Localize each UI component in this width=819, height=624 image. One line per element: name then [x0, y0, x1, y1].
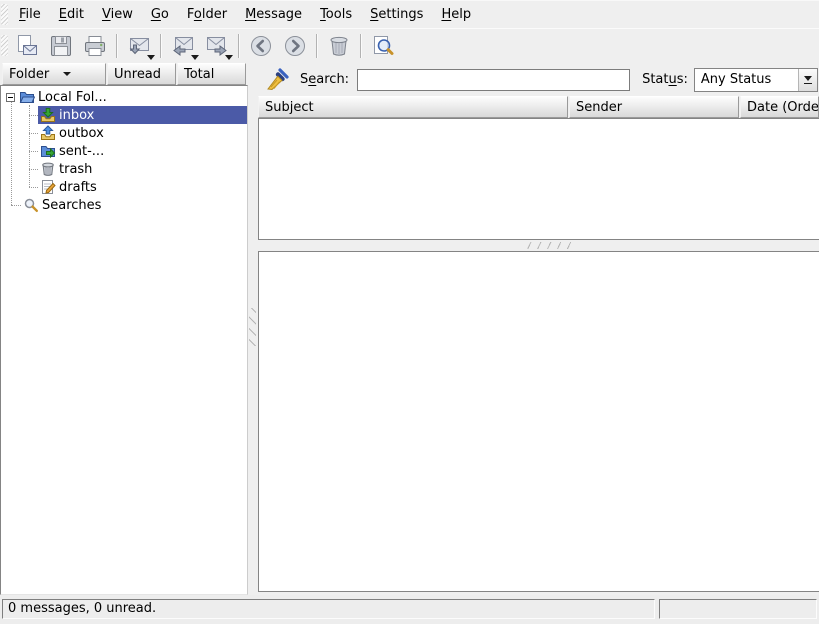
menu-tools[interactable]: Tools [311, 4, 361, 25]
menu-view[interactable]: View [93, 4, 142, 25]
menu-message[interactable]: Message [236, 4, 311, 25]
trash-folder-icon [40, 161, 56, 177]
sender-column-header[interactable]: Sender [569, 96, 739, 118]
folder-item-trash[interactable]: trash [38, 160, 247, 178]
outbox-icon [40, 125, 56, 141]
forward-button[interactable] [201, 31, 233, 61]
folder-column-header[interactable]: Folder [2, 63, 106, 85]
searches-icon [23, 197, 39, 213]
folder-item-local-folders[interactable]: Local Fol... [1, 88, 247, 106]
previous-message-button[interactable] [245, 31, 277, 61]
save-icon [49, 34, 73, 58]
toolbar-separator [360, 34, 362, 58]
folder-open-icon [19, 89, 35, 105]
menu-edit[interactable]: Edit [50, 4, 93, 25]
find-messages-button[interactable] [367, 31, 399, 61]
tree-connector [29, 133, 38, 134]
check-mail-dropdown-caret[interactable] [147, 55, 155, 60]
tree-connector [29, 151, 38, 152]
folder-item-searches[interactable]: Searches [21, 196, 247, 214]
status-label: Status: [642, 72, 688, 87]
print-button[interactable] [79, 31, 111, 61]
message-list-section: Subject Sender Date (Order o [258, 96, 819, 240]
folder-item-inbox[interactable]: inbox [38, 106, 247, 124]
tree-connector [29, 169, 38, 170]
toolbar-separator [160, 34, 162, 58]
menu-settings[interactable]: Settings [361, 4, 432, 25]
next-message-button[interactable] [279, 31, 311, 61]
toolbar-drag-handle[interactable] [1, 35, 8, 56]
date-column-header[interactable]: Date (Order o [740, 96, 819, 118]
toolbar-separator [116, 34, 118, 58]
trash-button[interactable] [323, 31, 355, 61]
reply-button[interactable] [167, 31, 199, 61]
splitter-grip-icon [249, 308, 256, 346]
message-list[interactable] [258, 118, 819, 240]
folder-list-splitter[interactable] [248, 63, 258, 595]
drafts-icon [40, 179, 56, 195]
folder-item-drafts[interactable]: drafts [38, 178, 247, 196]
tree-connector [29, 115, 38, 116]
main-area: Folder Unread Total [0, 63, 819, 595]
splitter-grip-icon [526, 242, 572, 249]
save-button[interactable] [45, 31, 77, 61]
folder-item-sent-mail[interactable]: sent-... [38, 142, 247, 160]
previous-message-icon [249, 34, 273, 58]
tree-connector [11, 205, 21, 206]
toolbar-separator [238, 34, 240, 58]
status-bar: 0 messages, 0 unread. [0, 595, 819, 624]
menu-go[interactable]: Go [142, 4, 178, 25]
forward-dropdown-caret[interactable] [225, 55, 233, 60]
new-message-button[interactable] [11, 31, 43, 61]
toolbar-separator [316, 34, 318, 58]
menu-folder[interactable]: Folder [178, 4, 236, 25]
broom-icon [265, 67, 291, 93]
tree-connector [29, 187, 38, 188]
folder-column-headers: Folder Unread Total [0, 63, 248, 85]
status-message-panel: 0 messages, 0 unread. [2, 599, 655, 619]
folder-item-outbox[interactable]: outbox [38, 124, 247, 142]
print-icon [83, 34, 107, 58]
menu-file[interactable]: File [10, 4, 50, 25]
unread-column-header[interactable]: Unread [107, 63, 176, 85]
kmail-window: File Edit View Go Folder Message Tools S… [0, 0, 819, 624]
subject-column-header[interactable]: Subject [258, 96, 568, 118]
menu-help[interactable]: Help [432, 4, 480, 25]
trash-icon [327, 34, 351, 58]
sent-mail-icon [40, 143, 56, 159]
search-input[interactable] [357, 69, 630, 91]
chevron-down-icon [804, 76, 812, 81]
list-preview-splitter[interactable] [258, 240, 819, 251]
reply-dropdown-caret[interactable] [191, 55, 199, 60]
check-mail-button[interactable] [123, 31, 155, 61]
sort-caret-icon [63, 72, 71, 76]
new-message-icon [15, 34, 39, 58]
menubar-drag-handle[interactable] [1, 4, 8, 25]
search-bar: Search: Status: Any Status [258, 63, 819, 96]
folder-panel: Folder Unread Total [0, 63, 248, 595]
status-secondary-panel [659, 599, 817, 619]
next-message-icon [283, 34, 307, 58]
message-preview-pane [258, 251, 819, 592]
tree-connector [11, 102, 12, 205]
message-panel: Search: Status: Any Status Subject [258, 63, 819, 595]
collapse-expander-icon[interactable] [6, 93, 15, 102]
tree-connector [29, 105, 30, 187]
main-toolbar [0, 28, 819, 62]
total-column-header[interactable]: Total [177, 63, 246, 85]
status-filter-select[interactable]: Any Status [694, 68, 818, 92]
clear-search-button[interactable] [264, 67, 292, 93]
message-list-headers: Subject Sender Date (Order o [258, 96, 819, 118]
find-messages-icon [371, 34, 395, 58]
combo-dropdown-button[interactable] [798, 69, 817, 91]
search-label: Search: [300, 72, 349, 87]
menu-bar: File Edit View Go Folder Message Tools S… [0, 1, 819, 28]
inbox-icon [40, 107, 56, 123]
folder-tree[interactable]: Local Fol... inbox outbox [0, 85, 248, 595]
